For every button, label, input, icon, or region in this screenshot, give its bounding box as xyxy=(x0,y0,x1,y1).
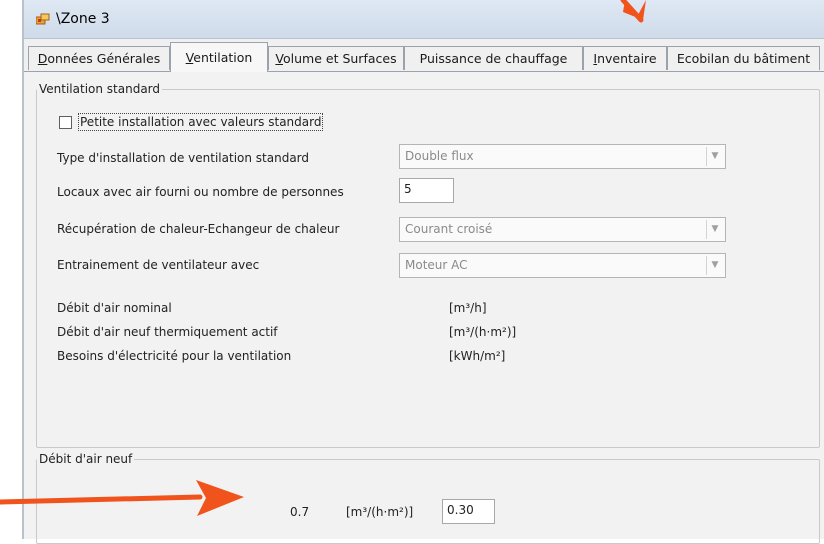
tab-inventaire[interactable]: Inventaire xyxy=(583,46,667,70)
tab-donnees-generales[interactable]: Données Générales xyxy=(28,46,170,70)
locaux-label: Locaux avec air fourni ou nombre de pers… xyxy=(57,185,344,199)
zone-window: \Zone 3 Données Générales Ventilation Vo… xyxy=(24,0,824,544)
recuperation-label: Récupération de chaleur-Echangeur de cha… xyxy=(57,222,340,236)
debit-air-nominal-label: Débit d'air nominal xyxy=(57,301,172,315)
entrainement-label: Entrainement de ventilateur avec xyxy=(57,258,260,272)
tab-label: Puissance de chauffage xyxy=(419,51,568,66)
tab-content-ventilation: Ventilation standard Petite installation… xyxy=(24,72,824,544)
tab-puissance-de-chauffage[interactable]: Puissance de chauffage xyxy=(404,46,583,70)
chevron-down-icon[interactable]: ▼ xyxy=(706,147,723,166)
annotation-arrow-down-icon xyxy=(620,0,646,23)
entrainement-select[interactable]: Moteur AC ▼ xyxy=(399,253,726,278)
window-titlebar[interactable]: \Zone 3 xyxy=(24,0,824,39)
window-title: \Zone 3 xyxy=(56,11,110,27)
debit-air-neuf-computed: 0.7 xyxy=(290,505,310,519)
background-strip xyxy=(0,0,22,539)
recuperation-value: Courant croisé xyxy=(405,222,493,236)
tab-label: entilation xyxy=(193,50,253,65)
chevron-down-icon[interactable]: ▼ xyxy=(706,256,723,275)
entrainement-value: Moteur AC xyxy=(405,258,468,272)
tab-strip: Données Générales Ventilation Volume et … xyxy=(24,38,824,72)
annotation-arrow-right-icon xyxy=(0,480,244,516)
tab-mnemonic: D xyxy=(37,51,48,66)
debit-air-nominal-unit: [m³/h] xyxy=(449,301,487,315)
tab-label: olume et Surfaces xyxy=(283,51,397,66)
debit-air-neuf-legend: Débit d'air neuf xyxy=(39,452,133,466)
debit-air-neuf-actif-label: Débit d'air neuf thermiquement actif xyxy=(57,325,278,339)
chevron-down-icon[interactable]: ▼ xyxy=(706,220,723,239)
tab-ecobilan-du-batiment[interactable]: Ecobilan du bâtiment xyxy=(667,46,820,70)
tab-mnemonic: V xyxy=(275,51,283,66)
tab-label: onnées Générales xyxy=(47,51,161,66)
recuperation-select[interactable]: Courant croisé ▼ xyxy=(399,217,726,242)
tab-ventilation[interactable]: Ventilation xyxy=(170,42,268,72)
ventilation-standard-legend: Ventilation standard xyxy=(39,82,161,96)
besoins-electricite-unit: [kWh/m²] xyxy=(449,349,506,363)
type-installation-label: Type d'installation de ventilation stand… xyxy=(57,151,310,165)
besoins-electricite-label: Besoins d'électricité pour la ventilatio… xyxy=(57,349,292,363)
debit-air-neuf-unit: [m³/(h·m²)] xyxy=(346,505,414,519)
petite-installation-label[interactable]: Petite installation avec valeurs standar… xyxy=(78,113,324,131)
zone-icon xyxy=(36,13,50,25)
type-installation-select[interactable]: Double flux ▼ xyxy=(399,144,726,169)
debit-air-neuf-actif-unit: [m³/(h·m²)] xyxy=(449,325,517,339)
petite-installation-checkbox[interactable] xyxy=(59,116,72,129)
tab-label: Ecobilan du bâtiment xyxy=(676,51,811,66)
tab-volume-et-surfaces[interactable]: Volume et Surfaces xyxy=(268,46,404,70)
locaux-input[interactable]: 5 xyxy=(399,178,454,203)
tab-label: nventaire xyxy=(597,51,657,66)
type-installation-value: Double flux xyxy=(405,149,474,163)
debit-air-neuf-input[interactable]: 0.30 xyxy=(442,499,495,524)
